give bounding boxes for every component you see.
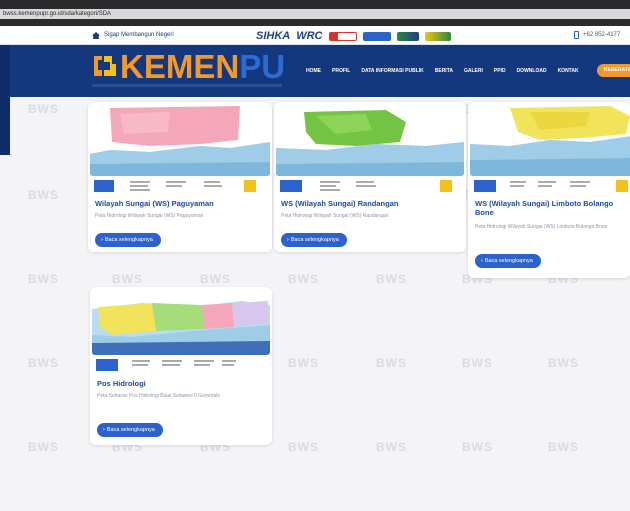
site-logo-text[interactable]: KEMENPU bbox=[120, 49, 285, 85]
watermark-text: BWS bbox=[28, 440, 59, 454]
card-pos-hidrologi[interactable]: Pos Hidrologi Peta Sebaran Pos Hidrologi… bbox=[90, 287, 272, 445]
home-icon[interactable] bbox=[92, 32, 100, 39]
nav-home[interactable]: HOME bbox=[306, 67, 321, 75]
watermark-text: BWS bbox=[288, 440, 319, 454]
logo-main: KEMEN bbox=[120, 48, 240, 85]
card-title[interactable]: Wilayah Sungai (WS) Paguyaman bbox=[95, 199, 265, 208]
phone-number[interactable]: +62 852-4177 bbox=[583, 31, 620, 40]
page-bottom bbox=[0, 498, 630, 511]
map-pos-hidrologi[interactable] bbox=[92, 287, 270, 355]
kemenpu-logo-icon[interactable] bbox=[92, 54, 118, 78]
watermark-text: BWS bbox=[376, 272, 407, 286]
sponsor-logo-3[interactable] bbox=[328, 31, 357, 41]
nav-download[interactable]: DOWNLOAD bbox=[517, 67, 547, 75]
read-more-label: Baca selengkapnya bbox=[290, 237, 339, 243]
chevron-right-icon: › bbox=[481, 258, 483, 264]
chevron-right-icon: › bbox=[287, 237, 289, 243]
card-ws-limboto-bolango-bone[interactable]: WS (Wilayah Sungai) Limboto Bolango Bone… bbox=[468, 102, 630, 278]
logo-accent: PU bbox=[239, 48, 286, 85]
card-ws-randangan[interactable]: WS (Wilayah Sungai) Randangan Peta Hidro… bbox=[274, 102, 466, 252]
watermark-text: BWS bbox=[288, 272, 319, 286]
read-more-label: Baca selengkapnya bbox=[104, 237, 153, 243]
chevron-right-icon: › bbox=[101, 237, 103, 243]
watermark-text: BWS bbox=[200, 272, 231, 286]
watermark-text: BWS bbox=[548, 356, 579, 370]
watermark-text: BWS bbox=[376, 440, 407, 454]
map-ws-limboto-bolango-bone[interactable] bbox=[470, 102, 630, 176]
read-more-label: Baca selengkapnya bbox=[484, 258, 533, 264]
card-title[interactable]: WS (Wilayah Sungai) Randangan bbox=[281, 199, 459, 208]
read-more-button[interactable]: › Baca selengkapnya bbox=[97, 423, 163, 437]
watermark-text: BWS bbox=[28, 356, 59, 370]
sihka-logo[interactable]: SIHKA bbox=[256, 29, 290, 43]
browser-address-bar: bwss.kemenpupr.go.id/sda/kategori/SDA bbox=[0, 0, 630, 26]
phone-icon bbox=[574, 31, 579, 39]
card-description: Peta Sebaran Pos Hidrologi Balai Sulawes… bbox=[97, 393, 221, 399]
logo-subtitle-bar bbox=[92, 84, 282, 87]
nav-data-informasi-publik[interactable]: DATA INFORMASI PUBLIK bbox=[361, 67, 423, 75]
card-description: Peta Hidrologi Wilayah Sungai (WS) Randa… bbox=[281, 213, 389, 219]
sponsor-logo-6[interactable] bbox=[424, 31, 451, 41]
map-ws-randangan[interactable] bbox=[276, 102, 464, 176]
card-description: Peta Hidrologi Wilayah Sungai (WS) Paguy… bbox=[95, 213, 204, 219]
card-title[interactable]: Pos Hidrologi bbox=[97, 379, 267, 388]
watermark-text: BWS bbox=[462, 440, 493, 454]
read-more-button[interactable]: › Baca selengkapnya bbox=[475, 254, 541, 268]
card-ws-paguyaman[interactable]: Wilayah Sungai (WS) Paguyaman Peta Hidro… bbox=[88, 102, 272, 252]
nav-profil[interactable]: PROFIL bbox=[332, 67, 350, 75]
side-tab[interactable] bbox=[0, 45, 10, 155]
map-legend bbox=[96, 357, 266, 373]
sponsor-logo-5[interactable] bbox=[396, 31, 419, 41]
keberatan-button[interactable]: KEBERATAN bbox=[597, 64, 630, 77]
watermark-text: BWS bbox=[112, 272, 143, 286]
card-title[interactable]: WS (Wilayah Sungai) Limboto Bolango Bone bbox=[475, 199, 630, 217]
address-url[interactable]: bwss.kemenpupr.go.id/sda/kategori/SDA bbox=[3, 9, 111, 19]
watermark-text: BWS bbox=[376, 356, 407, 370]
card-description: Peta Hidrologi Wilayah Sungai (WS) Limbo… bbox=[475, 224, 608, 230]
map-legend bbox=[94, 178, 264, 194]
sponsor-logos: SIHKA WRC bbox=[256, 29, 451, 43]
nav-ppid[interactable]: PPID bbox=[494, 67, 506, 75]
map-legend bbox=[280, 178, 456, 194]
wrc-logo[interactable]: WRC bbox=[296, 29, 322, 43]
watermark-text: BWS bbox=[28, 188, 59, 202]
read-more-button[interactable]: › Baca selengkapnya bbox=[95, 233, 161, 247]
tagline: Sigap Membangun Negeri bbox=[104, 32, 174, 38]
read-more-button[interactable]: › Baca selengkapnya bbox=[281, 233, 347, 247]
watermark-text: BWS bbox=[548, 440, 579, 454]
sponsor-logo-4[interactable] bbox=[362, 31, 391, 41]
watermark-text: BWS bbox=[462, 356, 493, 370]
watermark-text: BWS bbox=[28, 272, 59, 286]
watermark-text: BWS bbox=[288, 356, 319, 370]
map-legend bbox=[474, 178, 630, 194]
read-more-label: Baca selengkapnya bbox=[106, 427, 155, 433]
watermark-text: BWS bbox=[28, 102, 59, 116]
nav-berita[interactable]: BERITA bbox=[435, 67, 453, 75]
main-nav: HOME PROFIL DATA INFORMASI PUBLIK BERITA… bbox=[306, 67, 579, 75]
chevron-right-icon: › bbox=[103, 427, 105, 433]
map-ws-paguyaman[interactable] bbox=[90, 102, 270, 176]
nav-galeri[interactable]: GALERI bbox=[464, 67, 483, 75]
nav-kontak[interactable]: KONTAK bbox=[558, 67, 579, 75]
